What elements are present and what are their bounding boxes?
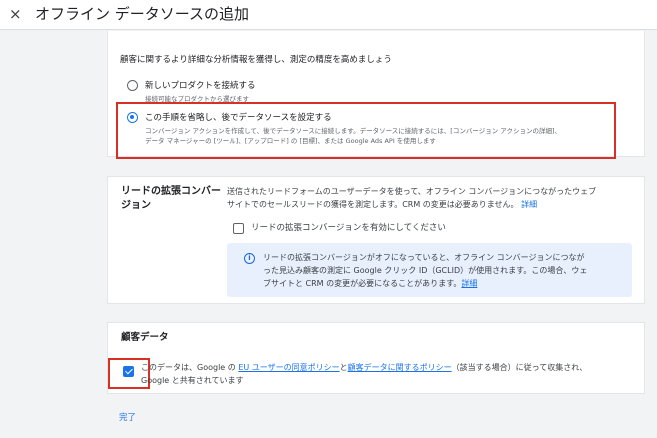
radio-connect-new-product[interactable]	[127, 80, 138, 91]
option-connect-product-title[interactable]: 新しいプロダクトを接続する	[145, 79, 256, 91]
enhanced-conversions-details-link[interactable]: 詳細	[521, 200, 537, 209]
highlight-box-skip-option	[116, 102, 616, 159]
options-intro-text: 顧客に関するより詳細な分析情報を獲得し、測定の精度を高めましょう	[120, 55, 392, 65]
gclid-info-details-link[interactable]: 詳細	[461, 279, 477, 288]
enhanced-conversions-checkbox[interactable]	[233, 223, 244, 234]
page-title: オフライン データソースの追加	[35, 5, 250, 23]
close-icon[interactable]: ×	[9, 5, 22, 23]
customer-data-consent-text: このデータは、Google の EU ユーザーの同意ポリシーと顧客データに関する…	[141, 363, 588, 385]
customer-data-policy-link[interactable]: 顧客データに関するポリシー	[348, 363, 452, 372]
eu-consent-policy-link[interactable]: EU ユーザーの同意ポリシー	[238, 363, 339, 372]
done-button[interactable]: 完了	[119, 411, 136, 423]
enhanced-conversions-checkbox-label[interactable]: リードの拡張コンバージョンを有効にしてください	[251, 222, 446, 235]
enhanced-conversions-title: リードの拡張コンバー ジョン	[121, 186, 221, 211]
customer-data-title: 顧客データ	[121, 332, 169, 343]
gclid-info-text: リードの拡張コンバージョンがオフになっていると、オフライン コンバージョンにつな…	[263, 253, 588, 288]
info-icon: i	[244, 253, 255, 264]
enhanced-conversions-description: 送信されたリードフォームのユーザーデータを使って、オフライン コンバージョンにつ…	[227, 187, 597, 209]
top-bar: × オフライン データソースの追加	[0, 0, 657, 30]
